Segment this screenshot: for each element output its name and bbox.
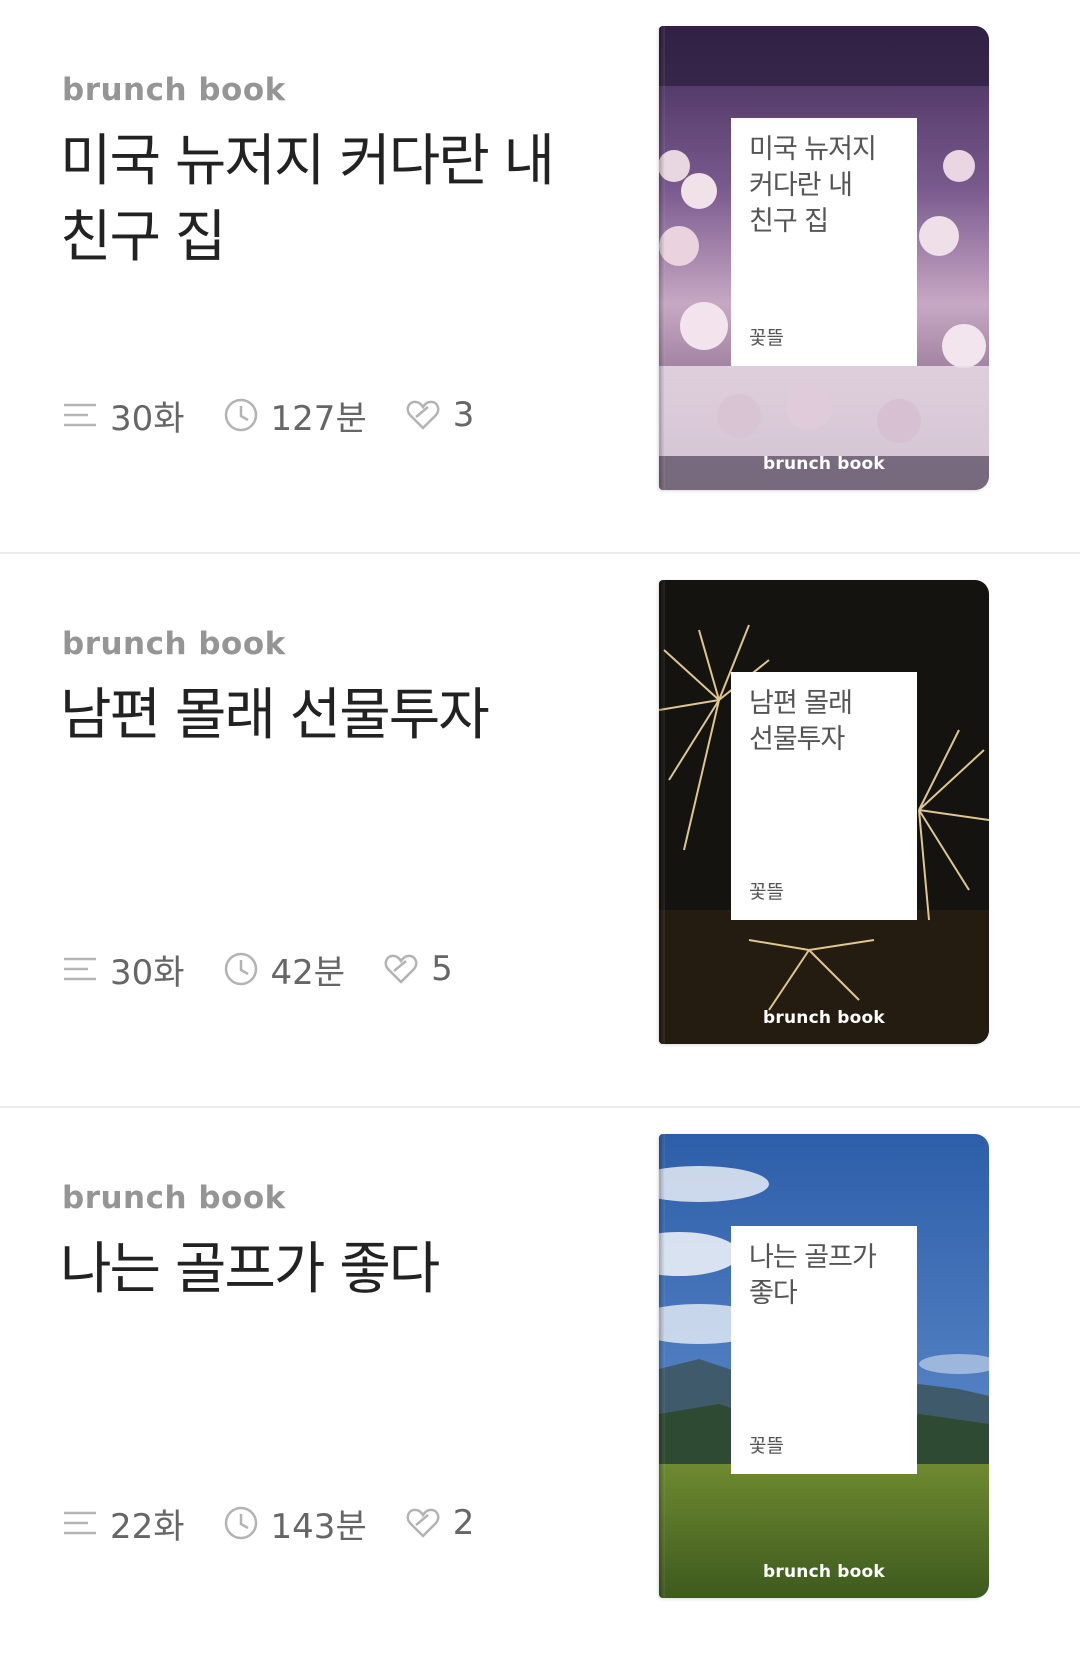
brunch-book-list: brunch book 미국 뉴저지 커다란 내 친구 집 30화 127분 3… — [0, 0, 1080, 1656]
book-title[interactable]: 나는 골프가 좋다 — [60, 1232, 580, 1308]
list-lines-icon — [62, 951, 98, 987]
brunch-book-label: brunch book — [62, 1180, 286, 1216]
cover-brand-label: brunch book — [763, 1562, 885, 1582]
cover-title-line: 나는 골프가 — [749, 1242, 877, 1273]
like-count: 3 — [405, 395, 475, 435]
heart-icon — [405, 397, 441, 433]
cover-title-line: 좋다 — [749, 1278, 798, 1309]
clock-icon — [223, 1505, 259, 1541]
cover-title-line: 친구 집 — [749, 206, 829, 237]
like-count-text: 5 — [431, 949, 453, 989]
cover-brand-label: brunch book — [763, 454, 885, 474]
episode-count-text: 30화 — [110, 398, 185, 439]
cover-author: 꽃뜰 — [749, 1435, 784, 1457]
book-meta: 30화 42분 5 — [62, 944, 491, 994]
cover-title: 나는 골프가 좋다 — [749, 1240, 899, 1312]
list-lines-icon — [62, 397, 98, 433]
episode-count-text: 22화 — [110, 1506, 185, 1547]
cover-title-line: 선물투자 — [749, 724, 845, 755]
reading-time: 42분 — [223, 945, 346, 994]
book-cover[interactable]: 나는 골프가 좋다 꽃뜰 brunch book — [659, 1134, 989, 1598]
reading-time-text: 42분 — [270, 952, 346, 993]
clock-icon — [223, 397, 259, 433]
cover-title-card: 미국 뉴저지 커다란 내 친구 집 꽃뜰 — [731, 118, 917, 366]
brunch-book-label: brunch book — [62, 72, 286, 108]
episode-count-text: 30화 — [110, 952, 185, 993]
book-item[interactable]: brunch book 미국 뉴저지 커다란 내 친구 집 30화 127분 3… — [0, 0, 1080, 554]
book-item[interactable]: brunch book 나는 골프가 좋다 22화 143분 2 나는 골프가 … — [0, 1108, 1080, 1656]
cover-author: 꽃뜰 — [749, 881, 784, 903]
cover-author: 꽃뜰 — [749, 327, 784, 349]
book-title[interactable]: 남편 몰래 선물투자 — [60, 678, 580, 754]
cover-title-line: 커다란 내 — [749, 170, 853, 201]
reading-time: 127분 — [223, 391, 367, 440]
book-meta: 22화 143분 2 — [62, 1498, 512, 1548]
heart-icon — [383, 951, 419, 987]
reading-time-text: 143분 — [270, 1506, 367, 1547]
cover-title: 미국 뉴저지 커다란 내 친구 집 — [749, 132, 899, 240]
cover-spine — [659, 580, 665, 1044]
cover-title-card: 남편 몰래 선물투자 꽃뜰 — [731, 672, 917, 920]
cover-spine — [659, 1134, 665, 1598]
clock-icon — [223, 951, 259, 987]
like-count: 5 — [383, 949, 453, 989]
like-count-text: 2 — [452, 1503, 475, 1543]
episode-count: 30화 — [62, 391, 185, 440]
book-meta: 30화 127분 3 — [62, 390, 512, 440]
cover-spine — [659, 26, 665, 490]
book-title-line: 나는 골프가 좋다 — [60, 1237, 440, 1302]
book-item[interactable]: brunch book 남편 몰래 선물투자 30화 42분 5 남편 몰래 선… — [0, 554, 1080, 1108]
episode-count: 30화 — [62, 945, 185, 994]
list-lines-icon — [62, 1505, 98, 1541]
reading-time-text: 127분 — [270, 398, 367, 439]
cover-brand-label: brunch book — [763, 1008, 885, 1028]
cover-title-line: 남편 몰래 — [749, 688, 853, 719]
book-title-line: 친구 집 — [60, 205, 226, 270]
reading-time: 143분 — [223, 1499, 367, 1548]
book-title-line: 남편 몰래 선물투자 — [60, 683, 490, 748]
cover-title: 남편 몰래 선물투자 — [749, 686, 899, 758]
book-cover[interactable]: 남편 몰래 선물투자 꽃뜰 brunch book — [659, 580, 989, 1044]
book-cover[interactable]: 미국 뉴저지 커다란 내 친구 집 꽃뜰 brunch book — [659, 26, 989, 490]
cover-title-line: 미국 뉴저지 — [749, 134, 877, 165]
cover-title-card: 나는 골프가 좋다 꽃뜰 — [731, 1226, 917, 1474]
book-title-line: 미국 뉴저지 커다란 내 — [60, 129, 555, 194]
brunch-book-label: brunch book — [62, 626, 286, 662]
like-count: 2 — [405, 1503, 475, 1543]
episode-count: 22화 — [62, 1499, 185, 1548]
like-count-text: 3 — [452, 395, 475, 435]
book-title[interactable]: 미국 뉴저지 커다란 내 친구 집 — [60, 124, 580, 276]
heart-icon — [405, 1505, 441, 1541]
